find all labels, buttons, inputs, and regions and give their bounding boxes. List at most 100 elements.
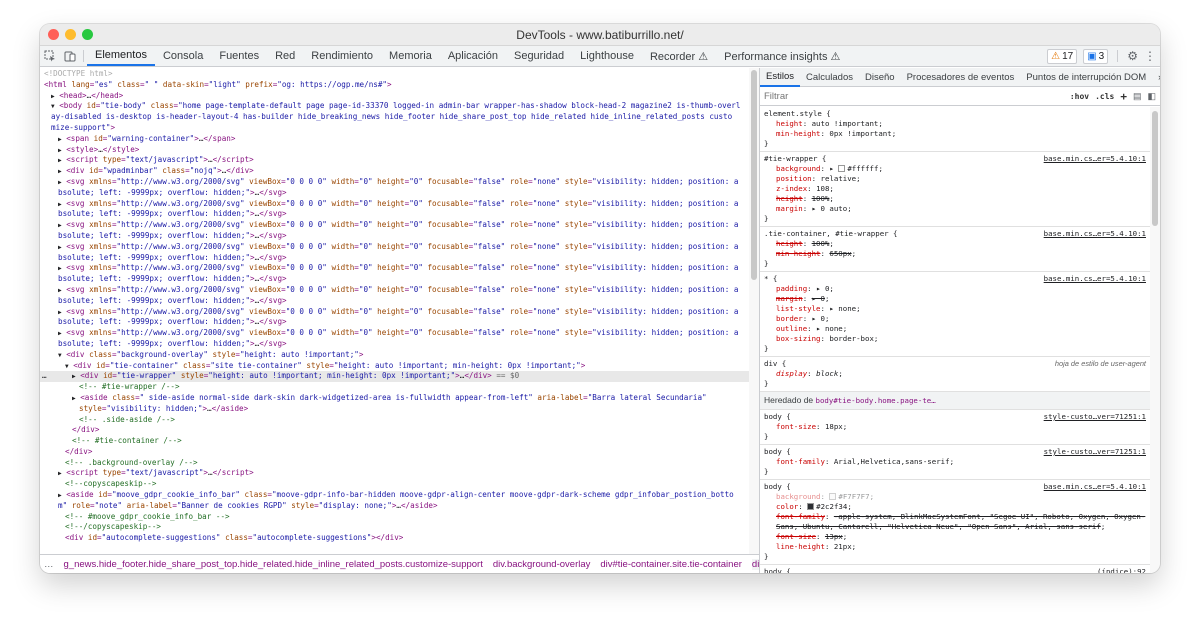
expand-toggle-icon[interactable]: ▼	[58, 352, 62, 359]
inherited-from-link[interactable]: body#tie-body.home.page-te…	[816, 396, 936, 405]
css-declaration[interactable]: margin: ▸ 0;	[764, 294, 1146, 304]
dom-node[interactable]: m" role="note" aria-label="Banner de coo…	[40, 501, 749, 512]
expand-toggle-icon[interactable]: ▶	[58, 201, 62, 208]
rule-source-link[interactable]: base.min.cs…er=5.4.10:1	[1044, 274, 1146, 284]
dom-node[interactable]: ▶ <svg xmlns="http://www.w3.org/2000/svg…	[40, 328, 749, 339]
toggle-sidebar-icon[interactable]: ◧	[1147, 91, 1156, 102]
expand-toggle-icon[interactable]: ▶	[72, 395, 76, 402]
css-declaration[interactable]: color: #2c2f34;	[764, 502, 1146, 512]
dom-node[interactable]: bsolute; left: -9999px; overflow: hidden…	[40, 317, 749, 328]
expand-toggle-icon[interactable]: ▶	[58, 287, 62, 294]
dom-node[interactable]: ▶ <aside id="moove_gdpr_cookie_info_bar"…	[40, 490, 749, 501]
dom-node[interactable]: mize-support">	[40, 123, 749, 134]
dom-node[interactable]: <!-- .side-aside /-->	[40, 415, 749, 426]
expand-toggle-icon[interactable]: ▶	[58, 168, 62, 175]
tab-red[interactable]: Red	[267, 46, 303, 66]
css-declaration[interactable]: font-size: 13px;	[764, 532, 1146, 542]
hover-state-toggle[interactable]: :hov	[1070, 92, 1089, 101]
dom-node[interactable]: ▶ <aside class=" side-aside normal-side …	[40, 393, 749, 404]
dom-node[interactable]: bsolute; left: -9999px; overflow: hidden…	[40, 231, 749, 242]
dom-node[interactable]: ▶ <svg xmlns="http://www.w3.org/2000/svg…	[40, 199, 749, 210]
expand-toggle-icon[interactable]: ▶	[51, 93, 55, 100]
rule-selector[interactable]: body {	[764, 447, 791, 457]
tab-recorder[interactable]: Recorder ⚠	[642, 46, 716, 66]
expand-toggle-icon[interactable]: ▶	[58, 470, 62, 477]
styles-scrollbar[interactable]	[1150, 107, 1160, 573]
styles-tab-puntos-de-interrupci-n-dom[interactable]: Puntos de interrupción DOM	[1020, 68, 1152, 87]
css-declaration[interactable]: box-sizing: border-box;	[764, 334, 1146, 344]
dom-node[interactable]: <!--copyscapeskip-->	[40, 479, 749, 490]
dom-node[interactable]: ▶ <head>…</head>	[40, 91, 749, 102]
css-declaration[interactable]: font-size: 18px;	[764, 422, 1146, 432]
new-rule-button[interactable]: +	[1120, 90, 1127, 103]
dom-node[interactable]: bsolute; left: -9999px; overflow: hidden…	[40, 339, 749, 350]
rule-source-link[interactable]: style-custo…ver=71251:1	[1044, 447, 1146, 457]
css-declaration[interactable]: z-index: 108;	[764, 184, 1146, 194]
color-format-icon[interactable]: ▤	[1133, 91, 1142, 102]
css-declaration[interactable]: background: #F7F7F7;	[764, 492, 1146, 502]
tab-memoria[interactable]: Memoria	[381, 46, 440, 66]
expand-toggle-icon[interactable]: ▶	[58, 157, 62, 164]
tab-elementos[interactable]: Elementos	[87, 46, 155, 66]
dom-node[interactable]: ▶ <svg xmlns="http://www.w3.org/2000/svg…	[40, 220, 749, 231]
expand-toggle-icon[interactable]: ▶	[58, 136, 62, 143]
dom-node[interactable]: <!--/copyscapeskip-->	[40, 522, 749, 533]
dom-node[interactable]: ▶ <svg xmlns="http://www.w3.org/2000/svg…	[40, 285, 749, 296]
dom-node[interactable]: bsolute; left: -9999px; overflow: hidden…	[40, 209, 749, 220]
dom-node[interactable]: ▶ <script type="text/javascript">…</scri…	[40, 468, 749, 479]
class-toggle[interactable]: .cls	[1095, 92, 1114, 101]
css-declaration[interactable]: list-style: ▸ none;	[764, 304, 1146, 314]
node-actions-dots[interactable]: …	[42, 371, 47, 382]
css-declaration[interactable]: font-family: Arial,Helvetica,sans-serif;	[764, 457, 1146, 467]
styles-tab-estilos[interactable]: Estilos	[760, 68, 800, 87]
styles-filter-input[interactable]	[764, 90, 1064, 102]
rule-selector[interactable]: body {	[764, 567, 791, 573]
expand-toggle-icon[interactable]: ▶	[58, 244, 62, 251]
rule-selector[interactable]: .tie-container, #tie-wrapper {	[764, 229, 898, 239]
css-declaration[interactable]: font-family: -apple-system, BlinkMacSyst…	[764, 512, 1146, 532]
expand-toggle-icon[interactable]: ▶	[58, 222, 62, 229]
dom-node[interactable]: ▶ <script type="text/javascript">…</scri…	[40, 155, 749, 166]
expand-toggle-icon[interactable]: ▶	[58, 147, 62, 154]
tab-fuentes[interactable]: Fuentes	[211, 46, 267, 66]
breadcrumb-item[interactable]: div#tie-wrapper	[751, 558, 759, 570]
dom-node[interactable]: bsolute; left: -9999px; overflow: hidden…	[40, 296, 749, 307]
css-declaration[interactable]: outline: ▸ none;	[764, 324, 1146, 334]
dom-scrollbar[interactable]	[749, 68, 759, 554]
rule-selector[interactable]: body {	[764, 412, 791, 422]
tab-lighthouse[interactable]: Lighthouse	[572, 46, 642, 66]
dom-node[interactable]: style="visibility: hidden;">…</aside>	[40, 404, 749, 415]
tab-rendimiento[interactable]: Rendimiento	[303, 46, 381, 66]
tab-aplicaci-n[interactable]: Aplicación	[440, 46, 506, 66]
css-declaration[interactable]: height: auto !important;	[764, 119, 1146, 129]
expand-toggle-icon[interactable]: ▶	[58, 309, 62, 316]
styles-scrollbar-thumb[interactable]	[1152, 111, 1158, 226]
rule-source-link[interactable]: base.min.cs…er=5.4.10:1	[1044, 482, 1146, 492]
dom-node[interactable]: ▶ <svg xmlns="http://www.w3.org/2000/svg…	[40, 263, 749, 274]
dom-node[interactable]: </div>	[40, 447, 749, 458]
breadcrumb-overflow[interactable]: …	[44, 559, 54, 570]
rule-source-link[interactable]: base.min.cs…er=5.4.10:1	[1044, 154, 1146, 164]
css-declaration[interactable]: border: ▸ 0;	[764, 314, 1146, 324]
messages-badge[interactable]: ▣ 3	[1083, 48, 1109, 64]
dom-node[interactable]: ▶ <svg xmlns="http://www.w3.org/2000/svg…	[40, 242, 749, 253]
selected-dom-node[interactable]: … ▶ <div id="tie-wrapper" style="height: …	[40, 371, 749, 383]
styles-tab-dise-o[interactable]: Diseño	[859, 68, 901, 87]
expand-toggle-icon[interactable]: ▼	[65, 363, 69, 370]
expand-toggle-icon[interactable]: ▶	[58, 492, 62, 499]
breadcrumb-item[interactable]: div#tie-container.site.tie-container	[600, 559, 742, 570]
dom-node[interactable]: ▶ <svg xmlns="http://www.w3.org/2000/svg…	[40, 307, 749, 318]
dom-node[interactable]: ▶ <div id="wpadminbar" class="nojq">…</d…	[40, 166, 749, 177]
dom-node[interactable]: <!-- #tie-wrapper /-->	[40, 382, 749, 393]
css-declaration[interactable]: min-height: 0px !important;	[764, 129, 1146, 139]
expand-toggle-icon[interactable]: ▶	[58, 179, 62, 186]
warnings-badge[interactable]: ⚠ 17	[1047, 48, 1078, 64]
rule-source-link[interactable]: (índice):92	[1097, 567, 1146, 573]
dom-node[interactable]: <html lang="es" class=" " data-skin="lig…	[40, 80, 749, 91]
rule-source-link[interactable]: base.min.cs…er=5.4.10:1	[1044, 229, 1146, 239]
dom-node[interactable]: ▶ <svg xmlns="http://www.w3.org/2000/svg…	[40, 177, 749, 188]
dom-node[interactable]: <!DOCTYPE html>	[40, 69, 749, 80]
more-options-icon[interactable]: ⋮	[1144, 49, 1156, 63]
maximize-window-button[interactable]	[82, 29, 93, 40]
css-declaration[interactable]: position: relative;	[764, 174, 1146, 184]
